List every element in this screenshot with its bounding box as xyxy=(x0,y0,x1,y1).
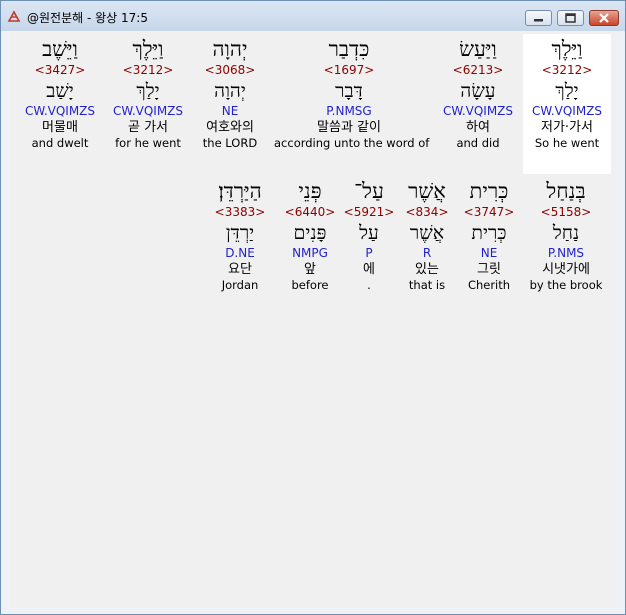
hebrew-lemma: יָשַׁב xyxy=(46,80,74,102)
strong-number[interactable]: <6213> xyxy=(403,62,553,78)
word-column[interactable]: וַיַּעַשׂ <6213> עָשָׂה CW.VQIMZS 하여 and… xyxy=(403,36,553,151)
close-button[interactable] xyxy=(589,10,619,26)
title-bar[interactable]: @원전분해 - 왕상 17:5 xyxy=(1,1,625,31)
english-gloss: Jordan xyxy=(221,278,259,292)
analysis-panel: וַיֵּלֶךְ <3212> יָלַךְ CW.VQIMZS 저가·가서 … xyxy=(10,32,616,607)
app-window: @원전분해 - 왕상 17:5 וַיֵּלֶךְ <3212> יָלַךְ … xyxy=(0,0,626,615)
hebrew-word: וַיַּעַשׂ xyxy=(459,37,497,61)
minimize-icon xyxy=(534,19,543,22)
korean-gloss: 머물매 xyxy=(42,120,78,135)
korean-gloss: 요단 xyxy=(228,262,252,277)
word-column[interactable]: הַיַּרְדֵּן׃ <3383> יַרְדֵּן D.NE 요단 Jor… xyxy=(165,178,315,293)
parsing-code: D.NE xyxy=(225,246,255,260)
parsing-code: CW.VQIMZS xyxy=(24,104,96,118)
minimize-button[interactable] xyxy=(525,10,552,26)
close-icon xyxy=(599,13,609,23)
maximize-icon xyxy=(565,13,576,23)
english-gloss: and dwelt xyxy=(31,136,89,150)
korean-gloss: 하여 xyxy=(466,120,490,135)
word-column[interactable]: וַיֵּשֶׁב <3427> יָשַׁב CW.VQIMZS 머물매 an… xyxy=(0,36,135,151)
hebrew-word: הַיַּרְדֵּן׃ xyxy=(218,179,262,203)
strong-number[interactable]: <3383> xyxy=(165,204,315,220)
parsing-code: CW.VQIMZS xyxy=(442,104,514,118)
app-icon xyxy=(6,9,22,25)
hebrew-lemma: עָשָׂה xyxy=(460,80,496,102)
maximize-button[interactable] xyxy=(557,10,584,26)
strong-number[interactable]: <3427> xyxy=(0,62,135,78)
window-title: @원전분해 - 왕상 17:5 xyxy=(27,11,148,25)
hebrew-lemma: יַרְדֵּן xyxy=(225,222,255,244)
hebrew-word: וַיֵּשֶׁב xyxy=(42,37,78,61)
